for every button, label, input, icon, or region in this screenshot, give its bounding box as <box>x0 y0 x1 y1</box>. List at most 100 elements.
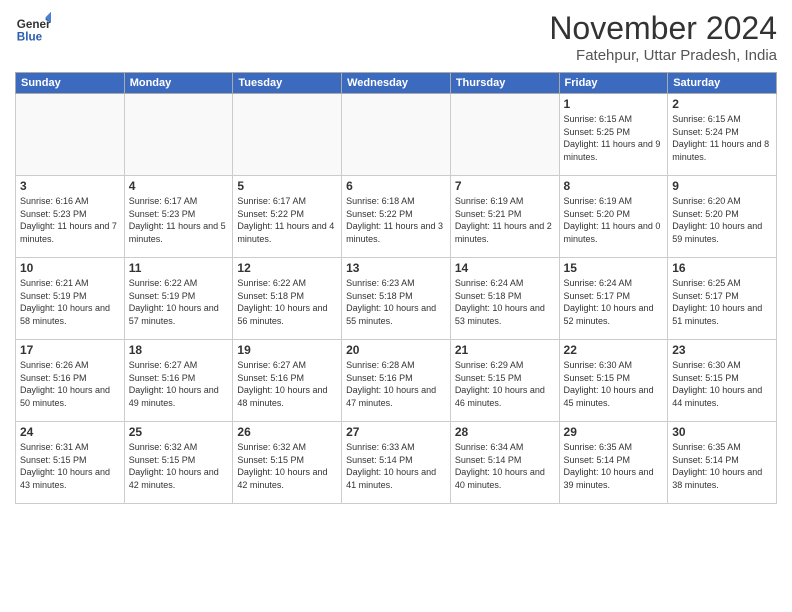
week-row-3: 17 Sunrise: 6:26 AMSunset: 5:16 PMDayligh… <box>16 340 777 422</box>
day-cell-3-1: 18Sunrise: 6:27 AMSunset: 5:16 PMDayligh… <box>124 340 233 422</box>
day-cell-0-0 <box>16 94 125 176</box>
header-sunday: Sunday <box>16 73 125 94</box>
day-cell-2-1: 11 Sunrise: 6:22 AMSunset: 5:19 PMDayligh… <box>124 258 233 340</box>
day-info: Sunrise: 6:25 AMSunset: 5:17 PMDaylight:… <box>672 277 772 327</box>
day-cell-1-4: 7 Sunrise: 6:19 AMSunset: 5:21 PMDaylight… <box>450 176 559 258</box>
logo-icon: General Blue <box>15 10 51 46</box>
calendar-page: General Blue November 2024 Fatehpur, Utt… <box>0 0 792 612</box>
header: General Blue November 2024 Fatehpur, Utt… <box>15 10 777 64</box>
header-friday: Friday <box>559 73 668 94</box>
day-info: Sunrise: 6:15 AMSunset: 5:25 PMDaylight:… <box>564 113 664 163</box>
day-info: Sunrise: 6:15 AMSunset: 5:24 PMDaylight:… <box>672 113 772 163</box>
calendar-body: 1 Sunrise: 6:15 AMSunset: 5:25 PMDaylight… <box>16 94 777 504</box>
day-cell-1-0: 3 Sunrise: 6:16 AMSunset: 5:23 PMDaylight… <box>16 176 125 258</box>
day-cell-0-2 <box>233 94 342 176</box>
day-info: Sunrise: 6:35 AMSunset: 5:14 PMDaylight:… <box>672 441 772 491</box>
day-number: 21 <box>455 343 555 357</box>
logo: General Blue <box>15 10 55 46</box>
day-number: 6 <box>346 179 446 193</box>
day-cell-4-3: 27Sunrise: 6:33 AMSunset: 5:14 PMDayligh… <box>342 422 451 504</box>
day-number: 14 <box>455 261 555 275</box>
weekday-header-row: Sunday Monday Tuesday Wednesday Thursday… <box>16 73 777 94</box>
day-number: 28 <box>455 425 555 439</box>
day-cell-3-0: 17 Sunrise: 6:26 AMSunset: 5:16 PMDayligh… <box>16 340 125 422</box>
day-info: Sunrise: 6:35 AMSunset: 5:14 PMDaylight:… <box>564 441 664 491</box>
day-number: 29 <box>564 425 664 439</box>
day-cell-3-5: 22Sunrise: 6:30 AMSunset: 5:15 PMDayligh… <box>559 340 668 422</box>
day-cell-3-2: 19 Sunrise: 6:27 AMSunset: 5:16 PMDayligh… <box>233 340 342 422</box>
day-number: 23 <box>672 343 772 357</box>
day-info: Sunrise: 6:28 AMSunset: 5:16 PMDaylight:… <box>346 359 446 409</box>
day-info: Sunrise: 6:30 AMSunset: 5:15 PMDaylight:… <box>564 359 664 409</box>
day-number: 11 <box>129 261 229 275</box>
day-cell-0-3 <box>342 94 451 176</box>
day-info: Sunrise: 6:26 AMSunset: 5:16 PMDaylight:… <box>20 359 120 409</box>
day-info: Sunrise: 6:32 AMSunset: 5:15 PMDaylight:… <box>129 441 229 491</box>
month-title: November 2024 <box>549 10 777 47</box>
header-saturday: Saturday <box>668 73 777 94</box>
day-info: Sunrise: 6:17 AMSunset: 5:23 PMDaylight:… <box>129 195 229 245</box>
day-cell-1-6: 9Sunrise: 6:20 AMSunset: 5:20 PMDaylight… <box>668 176 777 258</box>
day-number: 3 <box>20 179 120 193</box>
svg-text:Blue: Blue <box>17 31 43 44</box>
day-number: 24 <box>20 425 120 439</box>
day-cell-1-1: 4 Sunrise: 6:17 AMSunset: 5:23 PMDaylight… <box>124 176 233 258</box>
day-info: Sunrise: 6:23 AMSunset: 5:18 PMDaylight:… <box>346 277 446 327</box>
day-cell-3-4: 21Sunrise: 6:29 AMSunset: 5:15 PMDayligh… <box>450 340 559 422</box>
day-cell-4-6: 30 Sunrise: 6:35 AMSunset: 5:14 PMDayligh… <box>668 422 777 504</box>
day-number: 15 <box>564 261 664 275</box>
day-cell-3-6: 23 Sunrise: 6:30 AMSunset: 5:15 PMDayligh… <box>668 340 777 422</box>
day-cell-4-4: 28 Sunrise: 6:34 AMSunset: 5:14 PMDayligh… <box>450 422 559 504</box>
header-wednesday: Wednesday <box>342 73 451 94</box>
week-row-1: 3 Sunrise: 6:16 AMSunset: 5:23 PMDaylight… <box>16 176 777 258</box>
day-info: Sunrise: 6:22 AMSunset: 5:18 PMDaylight:… <box>237 277 337 327</box>
day-info: Sunrise: 6:22 AMSunset: 5:19 PMDaylight:… <box>129 277 229 327</box>
day-cell-2-2: 12 Sunrise: 6:22 AMSunset: 5:18 PMDayligh… <box>233 258 342 340</box>
location-subtitle: Fatehpur, Uttar Pradesh, India <box>549 47 777 64</box>
header-thursday: Thursday <box>450 73 559 94</box>
day-cell-0-1 <box>124 94 233 176</box>
calendar-table: Sunday Monday Tuesday Wednesday Thursday… <box>15 72 777 504</box>
day-number: 17 <box>20 343 120 357</box>
day-number: 27 <box>346 425 446 439</box>
day-number: 12 <box>237 261 337 275</box>
day-number: 8 <box>564 179 664 193</box>
day-cell-3-3: 20 Sunrise: 6:28 AMSunset: 5:16 PMDayligh… <box>342 340 451 422</box>
day-info: Sunrise: 6:21 AMSunset: 5:19 PMDaylight:… <box>20 277 120 327</box>
day-number: 19 <box>237 343 337 357</box>
day-info: Sunrise: 6:31 AMSunset: 5:15 PMDaylight:… <box>20 441 120 491</box>
week-row-0: 1 Sunrise: 6:15 AMSunset: 5:25 PMDaylight… <box>16 94 777 176</box>
day-number: 25 <box>129 425 229 439</box>
day-cell-2-0: 10Sunrise: 6:21 AMSunset: 5:19 PMDayligh… <box>16 258 125 340</box>
day-info: Sunrise: 6:34 AMSunset: 5:14 PMDaylight:… <box>455 441 555 491</box>
day-cell-2-5: 15Sunrise: 6:24 AMSunset: 5:17 PMDayligh… <box>559 258 668 340</box>
day-cell-1-5: 8 Sunrise: 6:19 AMSunset: 5:20 PMDaylight… <box>559 176 668 258</box>
day-cell-4-5: 29 Sunrise: 6:35 AMSunset: 5:14 PMDayligh… <box>559 422 668 504</box>
day-info: Sunrise: 6:24 AMSunset: 5:18 PMDaylight:… <box>455 277 555 327</box>
day-info: Sunrise: 6:17 AMSunset: 5:22 PMDaylight:… <box>237 195 337 245</box>
day-number: 30 <box>672 425 772 439</box>
day-number: 1 <box>564 97 664 111</box>
day-info: Sunrise: 6:18 AMSunset: 5:22 PMDaylight:… <box>346 195 446 245</box>
day-info: Sunrise: 6:16 AMSunset: 5:23 PMDaylight:… <box>20 195 120 245</box>
day-number: 2 <box>672 97 772 111</box>
day-cell-2-4: 14 Sunrise: 6:24 AMSunset: 5:18 PMDayligh… <box>450 258 559 340</box>
day-cell-0-5: 1 Sunrise: 6:15 AMSunset: 5:25 PMDaylight… <box>559 94 668 176</box>
week-row-4: 24 Sunrise: 6:31 AMSunset: 5:15 PMDayligh… <box>16 422 777 504</box>
day-info: Sunrise: 6:27 AMSunset: 5:16 PMDaylight:… <box>129 359 229 409</box>
day-cell-0-4 <box>450 94 559 176</box>
title-block: November 2024 Fatehpur, Uttar Pradesh, I… <box>549 10 777 64</box>
day-info: Sunrise: 6:30 AMSunset: 5:15 PMDaylight:… <box>672 359 772 409</box>
day-info: Sunrise: 6:32 AMSunset: 5:15 PMDaylight:… <box>237 441 337 491</box>
day-info: Sunrise: 6:27 AMSunset: 5:16 PMDaylight:… <box>237 359 337 409</box>
week-row-2: 10Sunrise: 6:21 AMSunset: 5:19 PMDayligh… <box>16 258 777 340</box>
day-info: Sunrise: 6:20 AMSunset: 5:20 PMDaylight:… <box>672 195 772 245</box>
header-tuesday: Tuesday <box>233 73 342 94</box>
day-number: 20 <box>346 343 446 357</box>
day-cell-4-0: 24 Sunrise: 6:31 AMSunset: 5:15 PMDayligh… <box>16 422 125 504</box>
day-info: Sunrise: 6:19 AMSunset: 5:20 PMDaylight:… <box>564 195 664 245</box>
day-cell-2-3: 13Sunrise: 6:23 AMSunset: 5:18 PMDayligh… <box>342 258 451 340</box>
day-number: 4 <box>129 179 229 193</box>
day-info: Sunrise: 6:19 AMSunset: 5:21 PMDaylight:… <box>455 195 555 245</box>
day-number: 7 <box>455 179 555 193</box>
